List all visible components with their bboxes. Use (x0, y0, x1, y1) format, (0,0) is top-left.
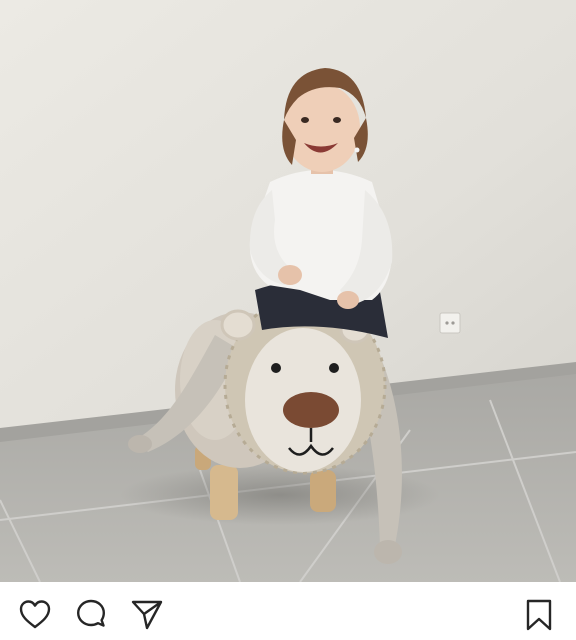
wall-outlet (439, 312, 461, 334)
action-bar (0, 582, 576, 640)
post-card (0, 0, 576, 640)
bookmark-icon (526, 599, 552, 631)
comment-button[interactable] (74, 598, 108, 632)
save-button[interactable] (522, 598, 556, 632)
photo-illustration (0, 0, 576, 582)
like-button[interactable] (18, 598, 52, 632)
paper-plane-icon (131, 600, 163, 630)
comment-bubble-icon (77, 599, 105, 627)
share-button[interactable] (130, 598, 164, 632)
post-photo[interactable] (0, 0, 576, 582)
heart-icon (19, 600, 51, 629)
